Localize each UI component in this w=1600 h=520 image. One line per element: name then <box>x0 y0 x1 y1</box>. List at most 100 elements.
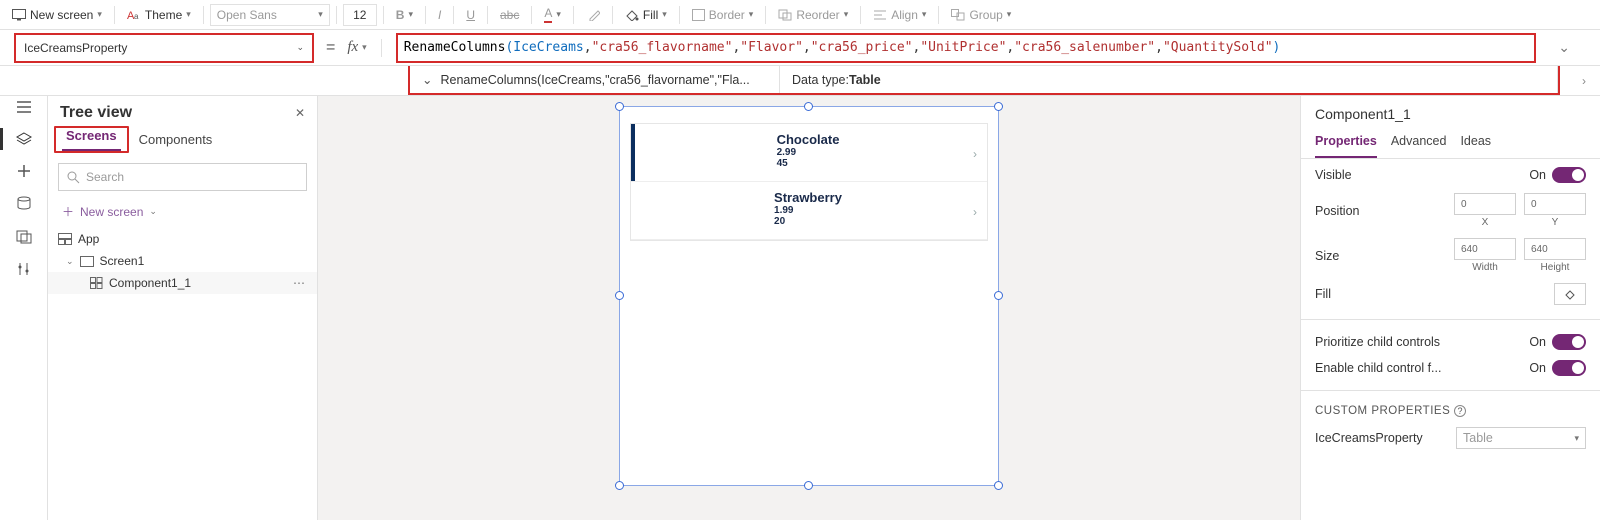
tree-title: Tree view <box>60 104 132 122</box>
size-width-input[interactable]: 640 <box>1454 238 1516 260</box>
resize-handle[interactable] <box>994 102 1003 111</box>
rail-media[interactable] <box>0 230 47 244</box>
tree-item-label: Component1_1 <box>109 276 191 290</box>
theme-button[interactable]: Aa Theme ▾ <box>121 0 197 29</box>
font-family-value: Open Sans <box>217 8 277 22</box>
formula-result-strip: ⌄ RenameColumns(IceCreams,"cra56_flavorn… <box>0 66 1600 96</box>
plus-icon <box>17 164 31 178</box>
ptab-ideas[interactable]: Ideas <box>1460 130 1491 158</box>
tree-item-component[interactable]: Component1_1 ⋯ <box>48 272 317 294</box>
chevron-down-icon: ▾ <box>97 9 102 20</box>
property-select[interactable]: IceCreamsProperty ⌄ <box>14 33 314 63</box>
resize-handle[interactable] <box>994 481 1003 490</box>
group-button[interactable]: Group ▾ <box>945 0 1017 29</box>
border-button[interactable]: Border ▾ <box>686 0 760 29</box>
visible-toggle[interactable] <box>1552 167 1586 183</box>
new-screen-label: New screen <box>30 8 93 22</box>
rail-tools[interactable] <box>0 262 47 276</box>
gallery-row[interactable]: Chocolate 2.99 45 › <box>631 124 987 182</box>
formula-fn: RenameColumns <box>404 40 506 55</box>
size-height-input[interactable]: 640 <box>1524 238 1586 260</box>
position-x-input[interactable]: 0 <box>1454 193 1516 215</box>
equals-sign: = <box>324 39 337 57</box>
theme-label: Theme <box>145 8 182 22</box>
fill-button[interactable]: Fill ▾ <box>619 0 673 29</box>
ptab-properties[interactable]: Properties <box>1315 130 1377 158</box>
clear-format-button[interactable] <box>580 0 606 29</box>
close-tree-button[interactable]: ✕ <box>295 106 305 120</box>
custom-prop-type[interactable]: Table▾ <box>1456 427 1586 449</box>
resize-handle[interactable] <box>615 291 624 300</box>
resize-handle[interactable] <box>615 481 624 490</box>
chevron-right-icon[interactable]: › <box>973 147 977 161</box>
sliders-icon <box>17 262 31 276</box>
chevron-right-icon[interactable]: › <box>973 205 977 219</box>
italic-button[interactable]: I <box>432 0 447 29</box>
formula-result-text: RenameColumns(IceCreams,"cra56_flavornam… <box>440 73 749 87</box>
align-button[interactable]: Align ▾ <box>867 0 932 29</box>
resize-handle[interactable] <box>615 102 624 111</box>
properties-title: Component1_1 <box>1301 96 1600 122</box>
position-y-input[interactable]: 0 <box>1524 193 1586 215</box>
tree-item-screen1[interactable]: ⌄ Screen1 <box>48 250 317 272</box>
font-color-button[interactable]: A▾ <box>538 0 567 29</box>
reorder-label: Reorder <box>796 8 839 22</box>
eraser-icon <box>586 9 600 21</box>
result-next-button[interactable]: › <box>1560 74 1600 88</box>
tab-screens[interactable]: Screens <box>56 122 127 149</box>
formula-expand-button[interactable]: ⌄ <box>1546 39 1586 56</box>
formula-bar: IceCreamsProperty ⌄ = fx▾ RenameColumns(… <box>0 30 1600 66</box>
chevron-down-icon: ▾ <box>362 42 367 53</box>
bold-button[interactable]: B▾ <box>390 0 419 29</box>
gallery-row-title: Chocolate <box>777 132 840 147</box>
resize-handle[interactable] <box>804 102 813 111</box>
chevron-down-icon: ▾ <box>1574 433 1579 444</box>
menu-icon <box>16 100 32 114</box>
underline-button[interactable]: U <box>460 0 481 29</box>
property-value: IceCreamsProperty <box>24 41 127 55</box>
rail-data[interactable] <box>0 196 47 212</box>
component-instance[interactable]: Chocolate 2.99 45 › Strawberry 1.99 20 › <box>619 106 999 486</box>
chevron-down-icon: ⌄ <box>1558 39 1570 56</box>
gallery-control[interactable]: Chocolate 2.99 45 › Strawberry 1.99 20 › <box>630 123 988 241</box>
resize-handle[interactable] <box>804 481 813 490</box>
strikethrough-button[interactable]: abc <box>494 0 525 29</box>
canvas[interactable]: Chocolate 2.99 45 › Strawberry 1.99 20 › <box>318 96 1300 520</box>
new-screen-button[interactable]: New screen ▾ <box>6 0 108 29</box>
align-label: Align <box>891 8 918 22</box>
prioritize-toggle[interactable] <box>1552 334 1586 350</box>
enable-toggle[interactable] <box>1552 360 1586 376</box>
chevron-down-icon: ▾ <box>922 9 927 20</box>
chevron-down-icon: ⌄ <box>296 42 304 53</box>
prop-position-label: Position <box>1315 204 1359 218</box>
formula-datasource: IceCreams <box>513 40 583 55</box>
paint-bucket-icon <box>625 9 639 21</box>
hamburger-button[interactable] <box>0 100 47 114</box>
custom-prop-name[interactable]: IceCreamsProperty <box>1315 431 1423 445</box>
tab-components[interactable]: Components <box>129 126 223 153</box>
gallery-row-qty: 45 <box>777 158 840 169</box>
prop-visible-label: Visible <box>1315 168 1352 182</box>
font-size-input[interactable]: 12 <box>343 4 377 26</box>
gallery-row[interactable]: Strawberry 1.99 20 › <box>631 182 987 240</box>
resize-handle[interactable] <box>994 291 1003 300</box>
formula-input[interactable]: RenameColumns(IceCreams,"cra56_flavornam… <box>396 33 1536 63</box>
paint-bucket-icon <box>1564 289 1576 300</box>
font-family-select[interactable]: Open Sans ▾ <box>210 4 330 26</box>
tree-item-more-button[interactable]: ⋯ <box>293 276 307 290</box>
ptab-advanced[interactable]: Advanced <box>1391 130 1447 158</box>
fill-swatch[interactable] <box>1554 283 1586 305</box>
rail-treeview[interactable] <box>0 132 47 146</box>
tree-new-screen-button[interactable]: ＋ New screen ⌄ <box>48 199 317 224</box>
help-icon[interactable]: ? <box>1454 405 1466 417</box>
svg-text:a: a <box>134 12 139 21</box>
tree-search-input[interactable]: Search <box>58 163 307 191</box>
media-icon <box>16 230 32 244</box>
selection-bar <box>631 124 635 181</box>
formula-result-preview[interactable]: ⌄ RenameColumns(IceCreams,"cra56_flavorn… <box>410 66 780 93</box>
rail-insert[interactable] <box>0 164 47 178</box>
fx-button[interactable]: fx▾ <box>347 39 366 56</box>
tree-item-app[interactable]: App <box>48 228 317 250</box>
reorder-button[interactable]: Reorder ▾ <box>772 0 854 29</box>
layers-icon <box>16 132 32 146</box>
